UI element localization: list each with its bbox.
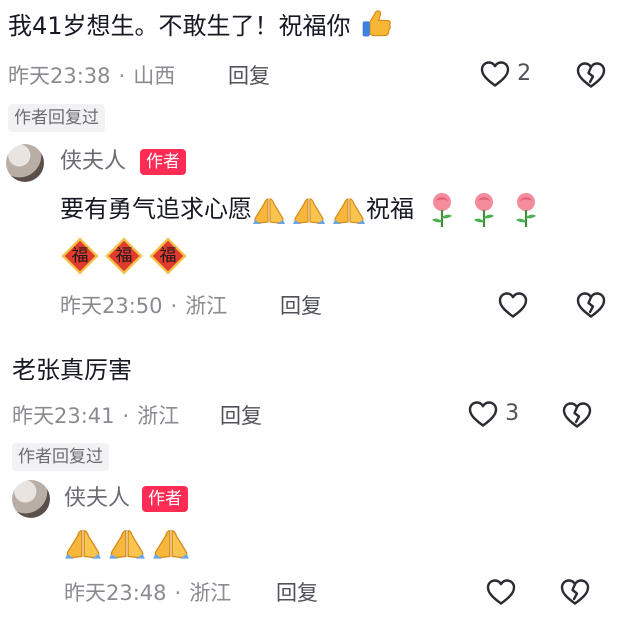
thumbs-up-emoji-icon	[360, 8, 392, 40]
fu-blessing-icon: 福	[104, 236, 144, 276]
folded-hands-icon	[152, 526, 190, 560]
meta-separator: ·	[118, 64, 126, 88]
reply-2-text	[64, 526, 190, 562]
reply-1-text: 要有勇气追求心愿 祝福	[60, 192, 540, 228]
heart-outline-icon	[468, 400, 498, 428]
reply-2-reply-button[interactable]: 回复	[276, 579, 318, 607]
heart-outline-icon	[498, 291, 528, 319]
reply-2-author-name[interactable]: 侠夫人	[64, 485, 130, 513]
rose-icon	[512, 192, 540, 228]
comment-1-text: 我41岁想生。不敢生了！祝福你	[8, 8, 392, 42]
reply-2-dislike-button[interactable]	[560, 578, 590, 610]
reply-1-reply-button[interactable]: 回复	[280, 292, 322, 320]
comment-2-meta: 昨天23:41 · 浙江	[12, 402, 179, 430]
reply-1-dislike-button[interactable]	[576, 291, 606, 323]
reply-2-location: 浙江	[189, 581, 232, 605]
reply-2-time: 昨天23:48	[64, 581, 167, 605]
fu-char: 福	[71, 246, 89, 266]
broken-heart-icon	[576, 291, 606, 319]
reply-1-like-button[interactable]	[498, 291, 528, 323]
comment-1-location: 山西	[133, 64, 176, 88]
fu-char: 福	[159, 246, 177, 266]
comment-1-time: 昨天23:38	[8, 64, 111, 88]
reply-1-author-badge: 作者	[140, 149, 186, 175]
meta-separator: ·	[174, 581, 182, 605]
comment-1-dislike-button[interactable]	[576, 61, 606, 93]
broken-heart-icon	[562, 401, 592, 429]
reply-2-author-badge: 作者	[142, 486, 188, 512]
comment-2-like-count: 3	[505, 401, 520, 426]
meta-separator: ·	[170, 294, 178, 318]
comment-2-like-button[interactable]: 3	[468, 400, 519, 430]
rose-icon	[428, 192, 456, 228]
comment-1-like-count: 2	[517, 61, 532, 86]
comment-2-text: 老张真厉害	[12, 356, 132, 384]
folded-hands-icon	[292, 195, 326, 225]
comment-1-meta: 昨天23:38 · 山西	[8, 62, 175, 90]
folded-hands-icon	[64, 526, 102, 560]
reply-2-avatar[interactable]	[12, 480, 50, 518]
comment-2-time: 昨天23:41	[12, 404, 115, 428]
reply-1-author-name[interactable]: 侠夫人	[60, 148, 126, 176]
comment-2-dislike-button[interactable]	[562, 401, 592, 433]
folded-hands-icon	[252, 195, 286, 225]
heart-outline-icon	[480, 60, 510, 88]
rose-icon	[470, 192, 498, 228]
reply-1-avatar[interactable]	[6, 144, 44, 182]
comment-1-text-content: 我41岁想生。不敢生了！祝福你	[8, 12, 351, 40]
reply-1-time: 昨天23:50	[60, 294, 163, 318]
reply-1-text-part-b: 祝福	[366, 195, 414, 223]
reply-2-like-button[interactable]	[486, 578, 516, 610]
comment-2-location: 浙江	[137, 404, 180, 428]
comment-2-reply-button[interactable]: 回复	[220, 402, 262, 430]
comment-1-like-button[interactable]: 2	[480, 60, 531, 90]
meta-separator: ·	[122, 404, 130, 428]
fu-blessing-icon: 福	[60, 236, 100, 276]
reply-1-location: 浙江	[185, 294, 228, 318]
reply-2-meta: 昨天23:48 · 浙江	[64, 579, 231, 607]
reply-1-text-part-a: 要有勇气追求心愿	[60, 195, 252, 223]
fu-blessing-icon: 福	[148, 236, 188, 276]
broken-heart-icon	[560, 578, 590, 606]
reply-1-meta: 昨天23:50 · 浙江	[60, 292, 227, 320]
reply-1-fu-emojis: 福 福 福	[60, 236, 188, 280]
comment-1-author-replied-tag: 作者回复过	[8, 104, 105, 132]
fu-char: 福	[115, 246, 133, 266]
heart-outline-icon	[486, 578, 516, 606]
comment-1-reply-button[interactable]: 回复	[228, 62, 270, 90]
broken-heart-icon	[576, 61, 606, 89]
comment-2-author-replied-tag: 作者回复过	[12, 443, 109, 471]
folded-hands-icon	[332, 195, 366, 225]
folded-hands-icon	[108, 526, 146, 560]
